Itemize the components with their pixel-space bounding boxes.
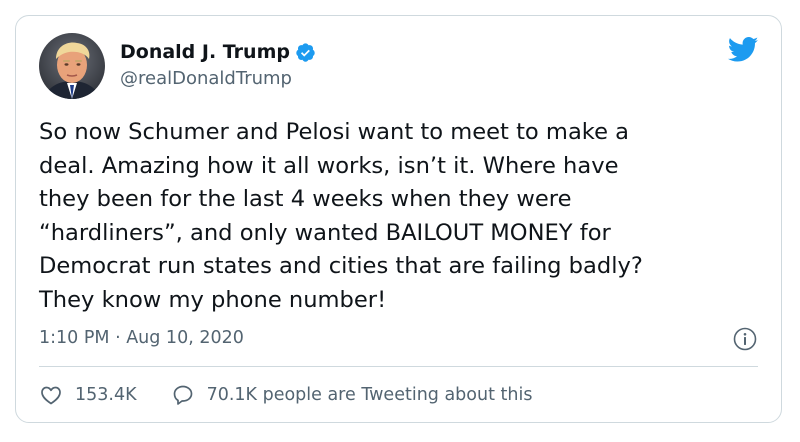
tweet-timestamp[interactable]: 1:10 PM · Aug 10, 2020 [39,328,244,348]
like-count: 153.4K [75,385,137,405]
verified-badge-icon [295,42,316,63]
heart-icon[interactable] [39,383,63,407]
divider [39,366,758,367]
author-display-name[interactable]: Donald J. Trump [120,41,290,63]
author-handle[interactable]: @realDonaldTrump [120,68,292,89]
conversation-text: 70.1K people are Tweeting about this [206,385,533,405]
conversation-stat[interactable]: 70.1K people are Tweeting about this [171,383,533,407]
avatar-image [39,33,105,99]
tweet-stats: 153.4K 70.1K people are Tweeting about t… [39,383,532,407]
tweet-text: So now Schumer and Pelosi want to meet t… [39,119,643,313]
info-icon[interactable] [733,327,757,351]
author-name-row: Donald J. Trump [120,38,316,66]
twitter-bird-icon[interactable] [726,36,759,63]
tweet-card[interactable]: Donald J. Trump @realDonaldTrump So now … [15,15,782,423]
speech-bubble-icon[interactable] [171,383,195,407]
like-stat[interactable]: 153.4K [39,383,137,407]
avatar[interactable] [39,33,105,99]
